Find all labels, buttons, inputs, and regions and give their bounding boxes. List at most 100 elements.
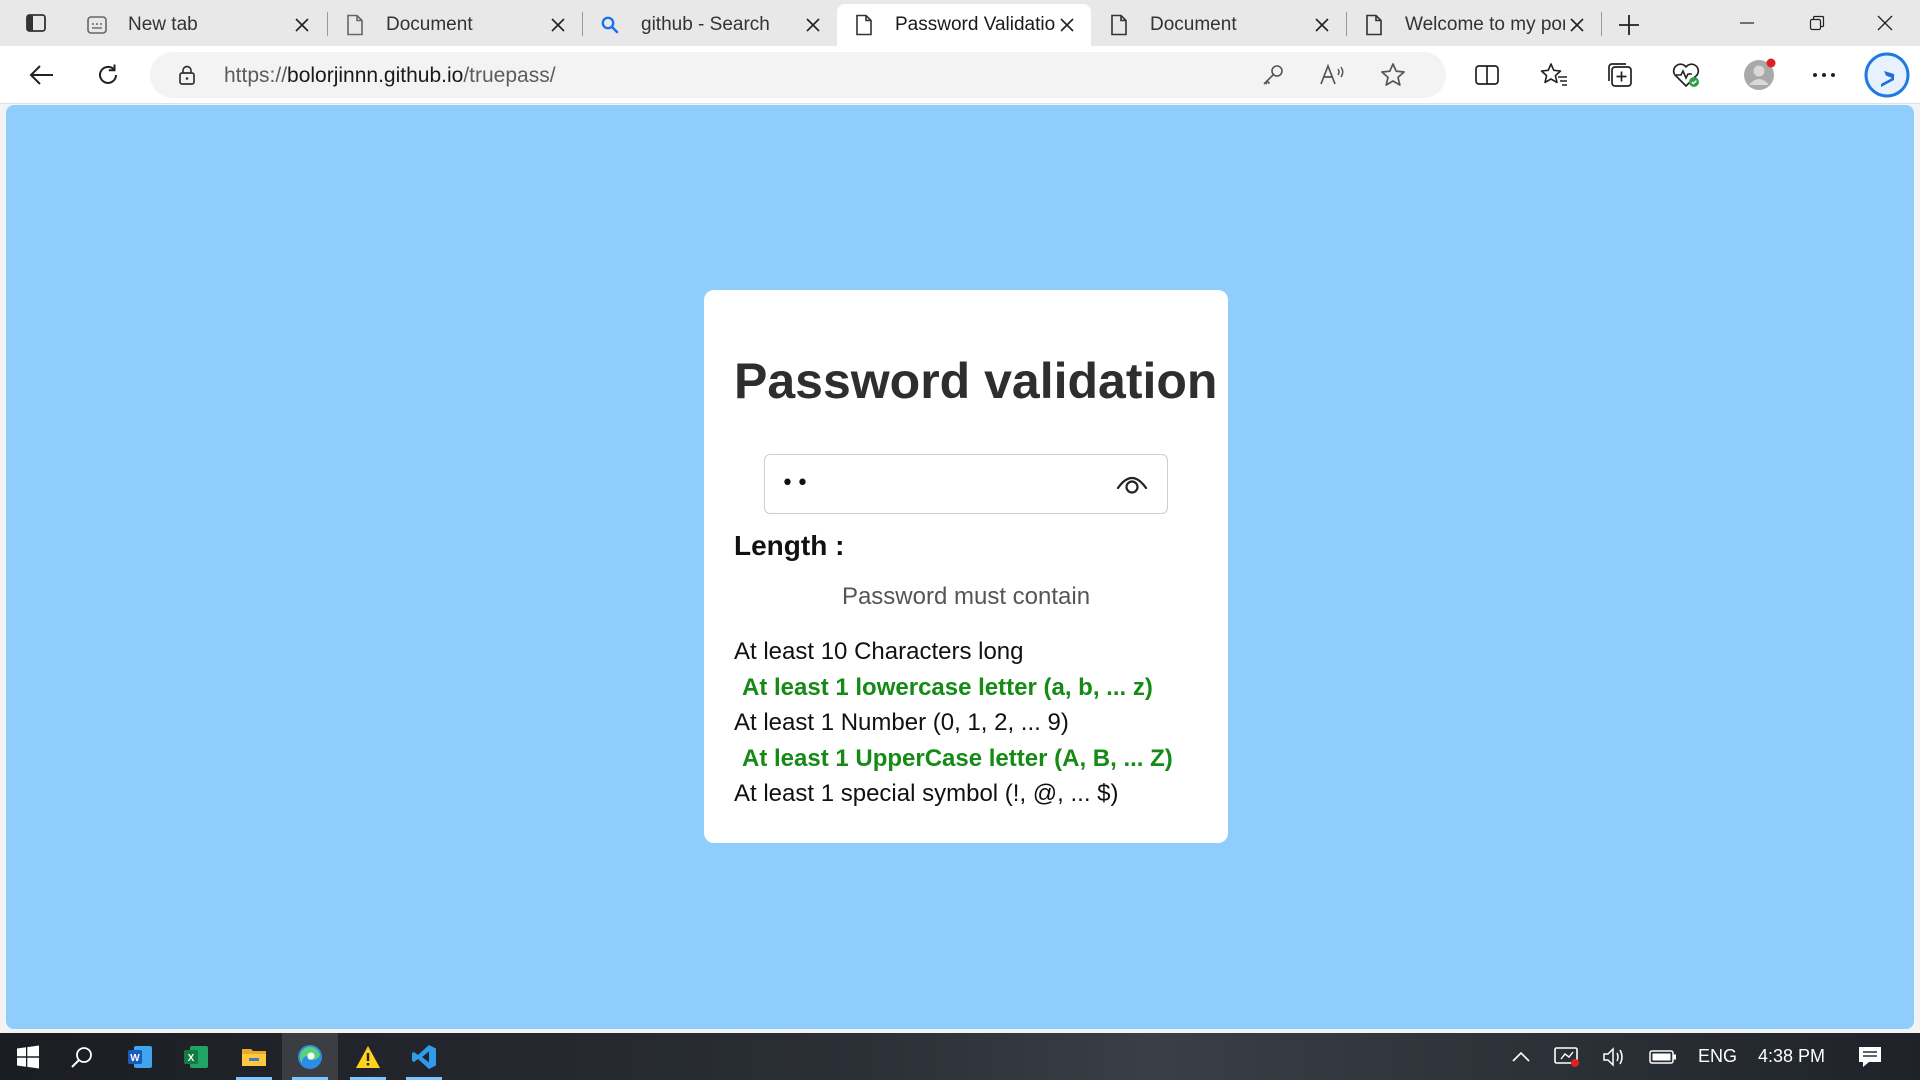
address-bar[interactable]: https://bolorjinnn.github.io/truepass/ (150, 52, 1446, 98)
restore-button[interactable] (1782, 0, 1852, 46)
more-dots-icon (1813, 73, 1835, 77)
tab-divider (1601, 12, 1602, 36)
tab-welcome[interactable]: Welcome to my por (1347, 4, 1601, 46)
plus-icon (1619, 15, 1639, 35)
battery-button[interactable] (1636, 1033, 1690, 1080)
close-icon (1315, 18, 1329, 32)
browser-essentials-button[interactable] (1666, 56, 1706, 94)
profile-button[interactable] (1736, 56, 1782, 94)
file-explorer-icon (242, 1048, 266, 1066)
password-input[interactable]: •• (764, 454, 1168, 514)
requirement-item: At least 1 Number (0, 1, 2, ... 9) (734, 709, 1069, 736)
new-tab-page-icon (86, 14, 108, 36)
tab-github-search[interactable]: github - Search (583, 4, 837, 46)
tab-close-button[interactable] (801, 13, 825, 37)
tab-actions-icon (26, 14, 46, 32)
taskbar-excel[interactable]: X (168, 1033, 224, 1080)
taskbar-search-button[interactable] (54, 1033, 110, 1080)
requirement-item: At least 10 Characters long (734, 638, 1024, 665)
volume-icon (1603, 1046, 1623, 1067)
password-value: •• (781, 471, 811, 496)
settings-more-button[interactable] (1804, 56, 1844, 94)
warning-icon (356, 1045, 380, 1068)
password-key-button[interactable] (1258, 60, 1288, 90)
tab-password-validation[interactable]: Password Validation (837, 4, 1091, 46)
tab-document-2[interactable]: Document (1092, 4, 1346, 46)
tab-new-tab[interactable]: New tab (70, 4, 326, 46)
back-arrow-icon (29, 65, 53, 85)
heart-pulse-icon (1672, 63, 1700, 87)
tab-close-button[interactable] (1565, 13, 1589, 37)
tab-title: github - Search (641, 14, 770, 35)
taskbar-warning-app[interactable] (340, 1033, 396, 1080)
svg-text:W: W (130, 1053, 140, 1064)
search-icon (599, 14, 621, 36)
bing-copilot-button[interactable] (1862, 51, 1912, 99)
tab-close-button[interactable] (290, 13, 314, 37)
new-tab-button[interactable] (1612, 8, 1646, 42)
toggle-visibility-button[interactable] (1115, 469, 1149, 499)
add-favorite-button[interactable] (1378, 60, 1408, 90)
minimize-button[interactable] (1712, 0, 1782, 46)
tab-title: New tab (128, 14, 198, 35)
vscode-icon (412, 1044, 436, 1069)
restore-icon (1809, 15, 1825, 31)
url-scheme: https:// (224, 64, 288, 87)
url-text[interactable]: https://bolorjinnn.github.io/truepass/ (224, 64, 556, 88)
split-screen-icon (1475, 65, 1499, 85)
lock-icon[interactable] (176, 64, 198, 86)
taskbar-file-explorer[interactable] (226, 1033, 282, 1080)
collections-icon (1608, 63, 1632, 87)
start-icon (17, 1045, 39, 1068)
clock[interactable]: 4:38 PM (1758, 1046, 1825, 1067)
taskbar-edge[interactable] (282, 1033, 338, 1080)
favorites-button[interactable] (1534, 56, 1574, 94)
tab-actions-menu-button[interactable] (14, 8, 58, 38)
notification-icon (1859, 1046, 1881, 1067)
tab-document[interactable]: Document (328, 4, 582, 46)
excel-icon: X (184, 1045, 208, 1068)
page-viewport: Password validation •• Length : Password… (6, 105, 1914, 1029)
notifications-button[interactable] (1840, 1033, 1900, 1080)
refresh-button[interactable] (88, 56, 128, 94)
close-icon (806, 18, 820, 32)
tab-close-button[interactable] (546, 13, 570, 37)
browser-toolbar: https://bolorjinnn.github.io/truepass/ (0, 46, 1920, 104)
url-host: bolorjinnn.github.io (287, 64, 464, 87)
taskbar-vscode[interactable] (396, 1033, 452, 1080)
minimize-icon (1740, 22, 1754, 24)
refresh-icon (99, 64, 117, 84)
close-window-button[interactable] (1850, 0, 1920, 46)
favorites-icon (1540, 63, 1567, 86)
screen-record-icon (1554, 1046, 1579, 1067)
tab-strip: New tab Document github - Search Passwor… (0, 0, 1920, 46)
requirement-item: At least 1 special symbol (!, @, ... $) (734, 780, 1119, 807)
language-indicator[interactable]: ENG (1698, 1046, 1737, 1067)
collections-button[interactable] (1600, 56, 1640, 94)
page-icon (1363, 14, 1385, 36)
taskbar: W X ENG 4:38 PM (0, 1033, 1920, 1080)
page-icon (853, 14, 875, 36)
bing-icon (1864, 52, 1910, 98)
close-icon (1570, 18, 1584, 32)
tab-close-button[interactable] (1055, 13, 1079, 37)
read-aloud-button[interactable] (1318, 60, 1348, 90)
close-icon (1877, 15, 1893, 31)
back-button[interactable] (22, 56, 62, 94)
taskbar-word[interactable]: W (112, 1033, 168, 1080)
url-path: /truepass/ (463, 64, 556, 87)
search-icon (71, 1046, 92, 1068)
tab-title: Document (386, 14, 473, 35)
requirements-heading: Password must contain (841, 583, 1091, 610)
tab-close-button[interactable] (1310, 13, 1334, 37)
read-aloud-icon (1320, 63, 1344, 85)
requirement-item: At least 1 UpperCase letter (A, B, ... Z… (742, 744, 1173, 772)
close-icon (551, 18, 565, 32)
start-button[interactable] (0, 1033, 56, 1080)
password-card: Password validation •• Length : Password… (704, 290, 1228, 843)
chevron-up-icon (1512, 1051, 1530, 1062)
close-icon (1060, 18, 1074, 32)
volume-button[interactable] (1588, 1033, 1642, 1080)
meet-now-button[interactable] (1540, 1033, 1594, 1080)
split-screen-button[interactable] (1467, 56, 1507, 94)
